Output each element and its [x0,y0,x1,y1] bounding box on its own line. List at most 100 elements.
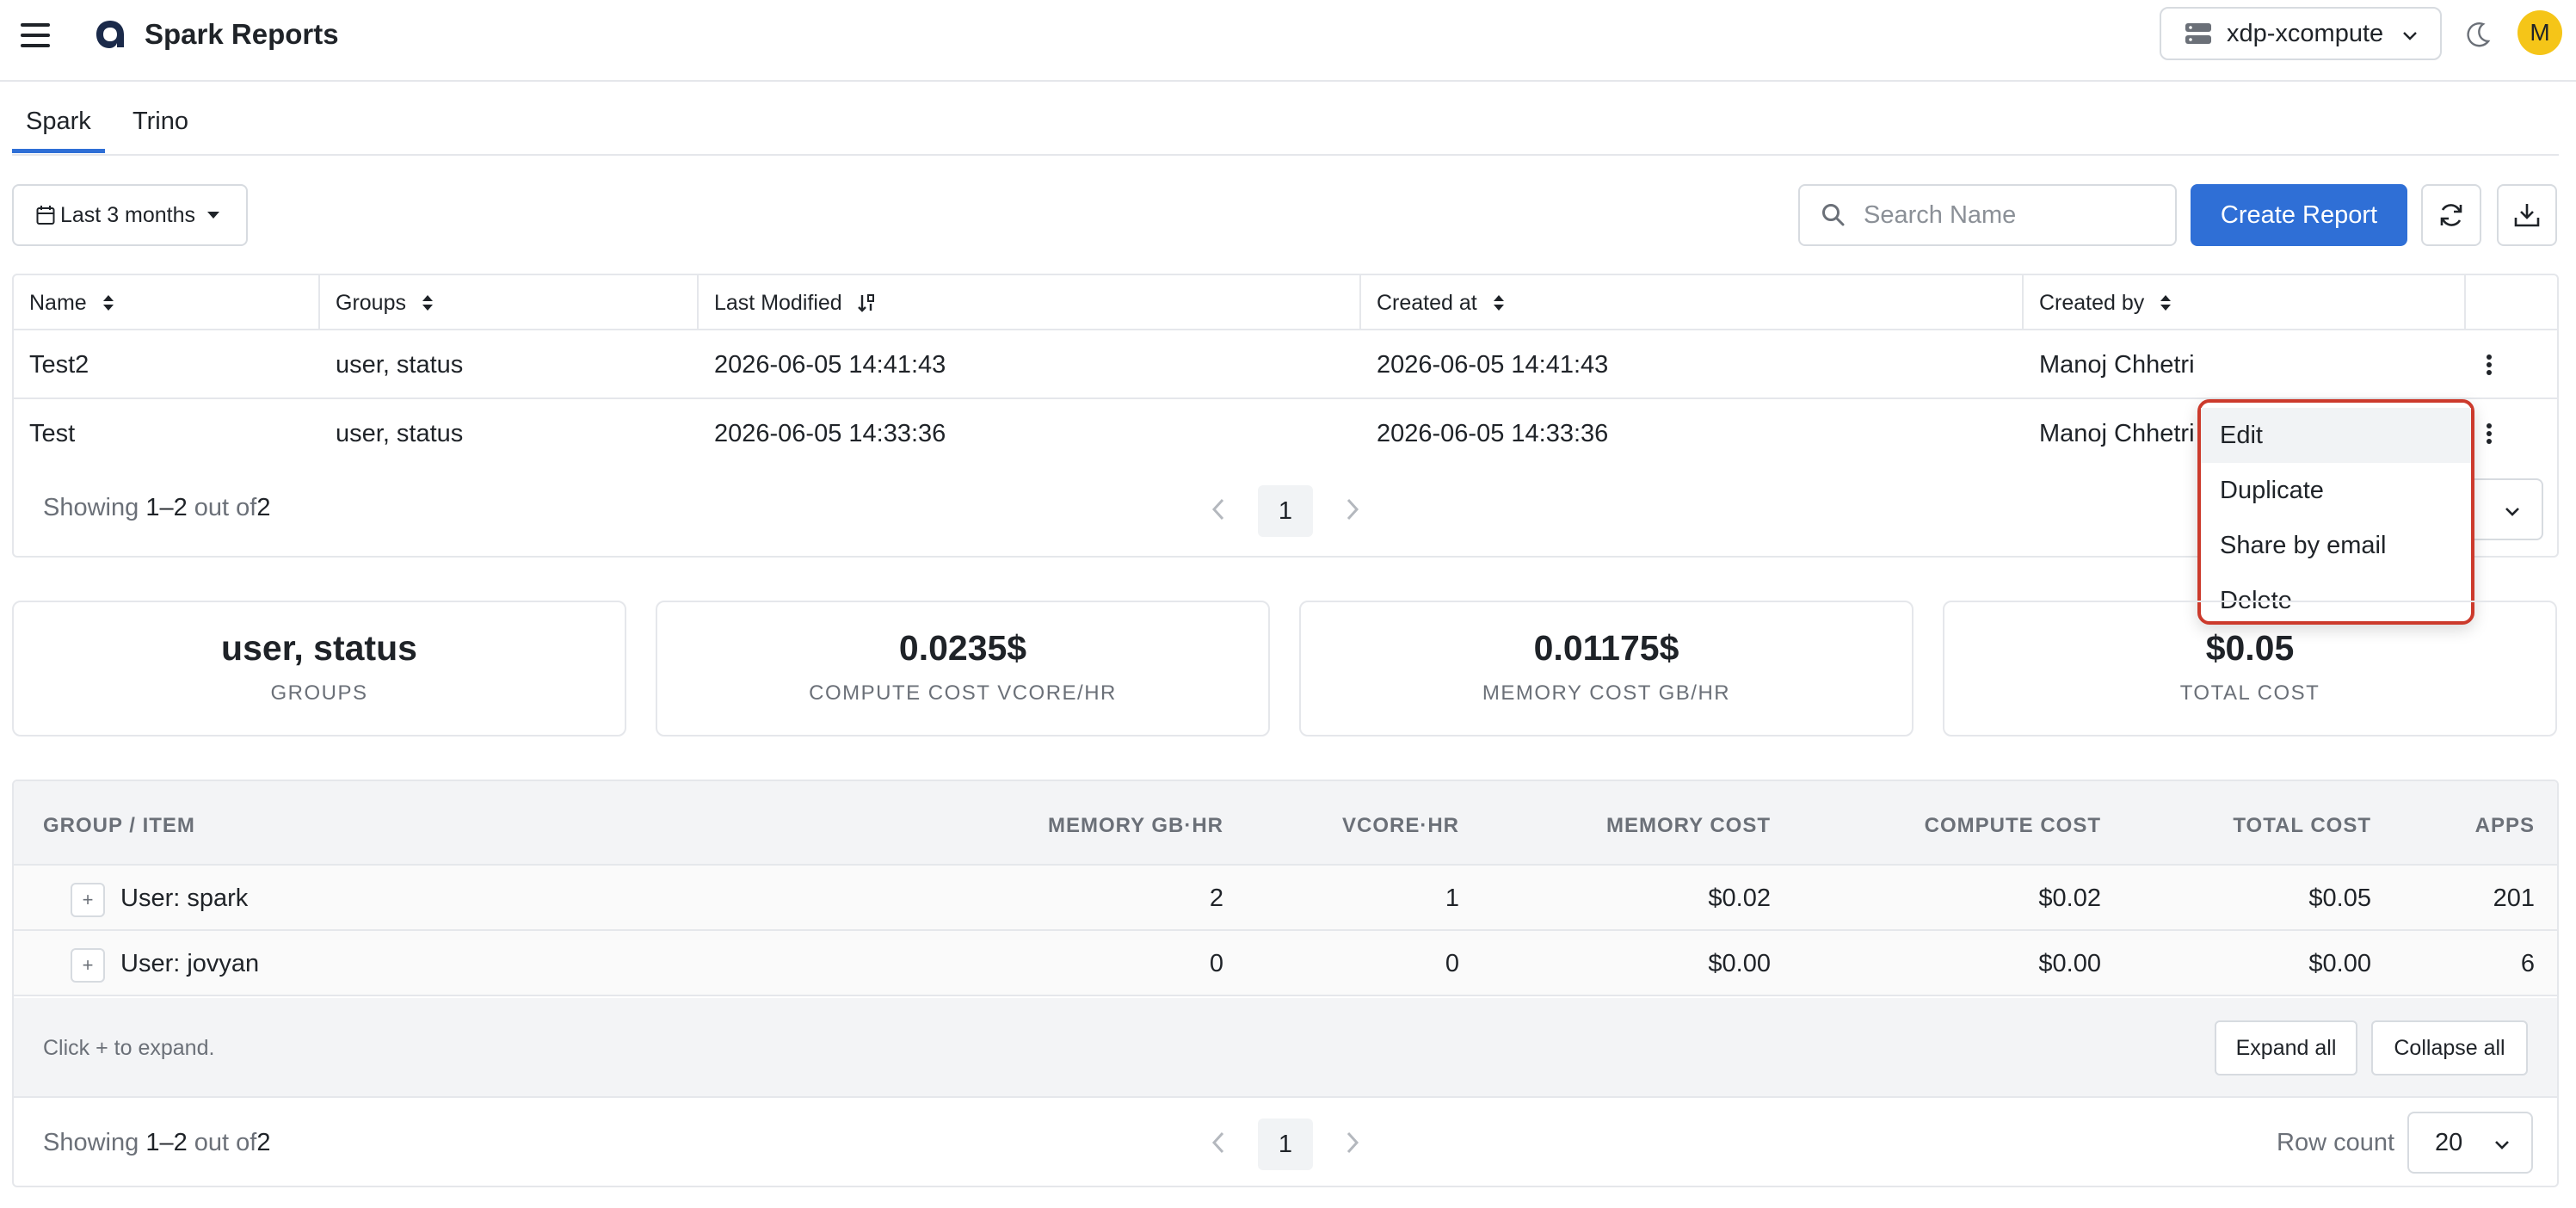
report-created-by: Manoj Chhetri [2039,419,2195,447]
expand-row-button[interactable]: + [71,948,105,983]
total-cost: $0.00 [2308,950,2371,977]
row-count-select[interactable]: 20 [2407,1112,2533,1174]
stat-value: 0.0235$ [898,628,1027,668]
sort-icon [102,295,114,311]
next-page-icon[interactable] [1344,497,1361,521]
memory-gb-hr: 2 [1209,884,1223,912]
stat-value: user, status [221,628,417,668]
next-page-icon[interactable] [1344,1131,1361,1155]
calendar-icon [36,206,55,225]
report-created-at: 2026-06-05 14:41:43 [1377,350,1609,379]
sort-icon [2160,295,2172,311]
download-button[interactable] [2497,184,2557,246]
stat-label: MEMORY COST GB/HR [1482,681,1731,705]
stat-card-total-cost: $0.05 TOTAL COST [1943,601,2557,737]
report-groups: user, status [336,350,464,379]
row-count-label: Row count [2277,1129,2395,1156]
report-last-modified: 2026-06-05 14:41:43 [714,350,946,379]
report-created-by: Manoj Chhetri [2039,350,2195,379]
report-groups: user, status [336,419,464,447]
refresh-icon [2440,204,2462,226]
reports-table: Name Groups Last Modified Created at Cre… [12,274,2559,558]
compute-cost: $0.02 [2038,884,2101,912]
stat-value: $0.05 [2205,628,2295,668]
stat-label: TOTAL COST [2179,681,2320,705]
page-number-button[interactable]: 1 [1258,485,1313,537]
report-created-at: 2026-06-05 14:33:36 [1377,419,1609,447]
breakdown-footer: Click + to expand. [14,998,2557,1098]
breakdown-pagination: Showing 1–2 out of2 1 Row count 20 [14,1098,2557,1186]
page-number-button[interactable]: 1 [1258,1119,1313,1170]
column-header-created-at[interactable]: Created at [1361,275,2024,330]
showing-text: Showing 1–2 out of2 [43,1129,271,1156]
download-icon [2514,204,2540,227]
group-name: User: spark [120,884,249,912]
app-header: Spark Reports xdp-xcompute M [0,0,2576,82]
expand-row-button[interactable]: + [71,883,105,917]
app-title: Spark Reports [145,18,339,50]
report-name[interactable]: Test [14,399,75,468]
cluster-select-label: xdp-xcompute [2227,19,2384,47]
column-header-vcore-hr: VCORE·HR [1341,814,1459,837]
memory-cost: $0.00 [1708,950,1771,977]
stat-label: COMPUTE COST VCORE/HR [809,681,1117,705]
menu-item-edit[interactable]: Edit [2201,408,2471,463]
collapse-all-button[interactable]: Collapse all [2371,1020,2528,1075]
column-header-name[interactable]: Name [14,275,320,330]
previous-page-icon[interactable] [1210,1131,1227,1155]
menu-item-share-by-email[interactable]: Share by email [2201,518,2471,573]
previous-page-icon[interactable] [1210,497,1227,521]
column-header-created-by[interactable]: Created by [2024,275,2466,330]
menu-item-duplicate[interactable]: Duplicate [2201,463,2471,518]
app-logo-icon [96,21,124,48]
compute-cost: $0.00 [2038,950,2101,977]
column-header-compute-cost: COMPUTE COST [1924,814,2101,837]
stat-label: GROUPS [270,681,368,705]
column-header-last-modified[interactable]: Last Modified [699,275,1361,330]
column-header-apps: APPS [2474,814,2535,837]
server-icon [2185,23,2211,44]
memory-cost: $0.02 [1708,884,1771,912]
column-header-memory-gb-hr: MEMORY GB·HR [1048,814,1223,837]
table-row[interactable]: Test user, status 2026-06-05 14:33:36 20… [14,399,2557,468]
dark-mode-toggle-icon[interactable] [2462,19,2493,50]
total-cost: $0.05 [2308,884,2371,912]
stat-card-compute-cost: 0.0235$ COMPUTE COST VCORE/HR [656,601,1270,737]
user-avatar[interactable]: M [2517,10,2562,55]
table-row: + User: spark 2 1 $0.02 $0.02 $0.05 201 [14,866,2557,931]
date-range-label: Last 3 months [60,202,196,227]
search-box [1798,184,2177,246]
column-header-total-cost: TOTAL COST [2233,814,2371,837]
breakdown-header: GROUP / ITEM MEMORY GB·HR VCORE·HR MEMOR… [14,781,2557,866]
caret-down-icon [207,212,220,219]
row-actions-icon[interactable] [2476,420,2502,447]
chevron-down-icon [2403,32,2417,40]
table-row[interactable]: Test2 user, status 2026-06-05 14:41:43 2… [14,330,2557,399]
stat-value: 0.01175$ [1533,628,1679,668]
expand-all-button[interactable]: Expand all [2215,1020,2357,1075]
reports-pagination: Showing 1–2 out of2 1 [14,475,2557,544]
vcore-hr: 0 [1445,950,1459,977]
date-range-button[interactable]: Last 3 months [12,184,248,246]
stat-card-memory-cost: 0.01175$ MEMORY COST GB/HR [1299,601,1914,737]
search-input[interactable] [1864,200,2173,230]
menu-icon[interactable] [21,23,50,47]
report-name[interactable]: Test2 [14,330,89,399]
cluster-select[interactable]: xdp-xcompute [2160,7,2442,60]
row-actions-menu: Edit Duplicate Share by email Delete [2197,399,2474,625]
chevron-down-icon [2495,1141,2509,1149]
tab-trino[interactable]: Trino [132,108,188,136]
column-header-groups[interactable]: Groups [320,275,699,330]
row-actions-icon[interactable] [2476,351,2502,379]
sort-icon [1493,295,1504,311]
apps-count: 6 [2520,950,2535,977]
expand-hint: Click + to expand. [43,1036,215,1060]
showing-text: Showing 1–2 out of2 [43,494,271,521]
tab-spark[interactable]: Spark [12,108,105,153]
reports-table-header: Name Groups Last Modified Created at Cre… [14,275,2557,330]
column-header-memory-cost: MEMORY COST [1605,814,1771,837]
create-report-button[interactable]: Create Report [2191,184,2407,246]
cost-breakdown-table: GROUP / ITEM MEMORY GB·HR VCORE·HR MEMOR… [12,780,2559,1187]
refresh-button[interactable] [2421,184,2481,246]
chevron-down-icon [2505,508,2519,516]
